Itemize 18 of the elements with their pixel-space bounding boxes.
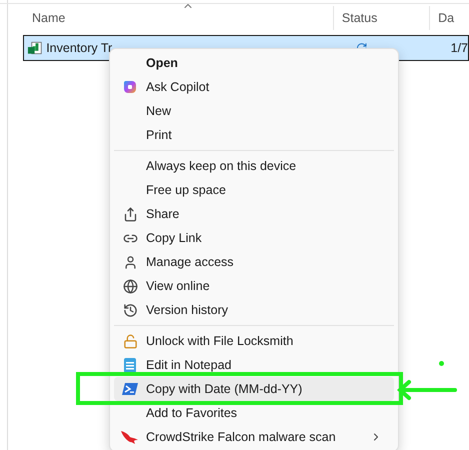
- menu-item-label: Always keep on this device: [146, 158, 296, 175]
- menu-item-label: CrowdStrike Falcon malware scan: [146, 428, 336, 446]
- menu-item-label: Copy with Date (MM-dd-YY): [146, 380, 302, 398]
- menu-item-label: Version history: [146, 302, 228, 319]
- menu-item-label: Open: [146, 54, 178, 72]
- file-name: Inventory Tr: [46, 40, 114, 57]
- menu-item-label: Unlock with File Locksmith: [146, 332, 294, 350]
- menu-item-label: New: [146, 102, 172, 120]
- menu-item-label: Ask Copilot: [146, 78, 210, 96]
- menu-item-label: View online: [146, 278, 210, 295]
- menu-item-label: Free up space: [146, 182, 226, 199]
- menu-item-label: Copy Link: [146, 230, 202, 247]
- file-date: 1/7: [450, 40, 468, 57]
- menu-item-label: Add to Favorites: [146, 404, 238, 422]
- menu-item-label: Manage access: [146, 254, 234, 271]
- menu-item-label: Share: [146, 206, 180, 223]
- menu-item-label: Print: [146, 126, 172, 144]
- menu-item-label: Edit in Notepad: [146, 356, 232, 374]
